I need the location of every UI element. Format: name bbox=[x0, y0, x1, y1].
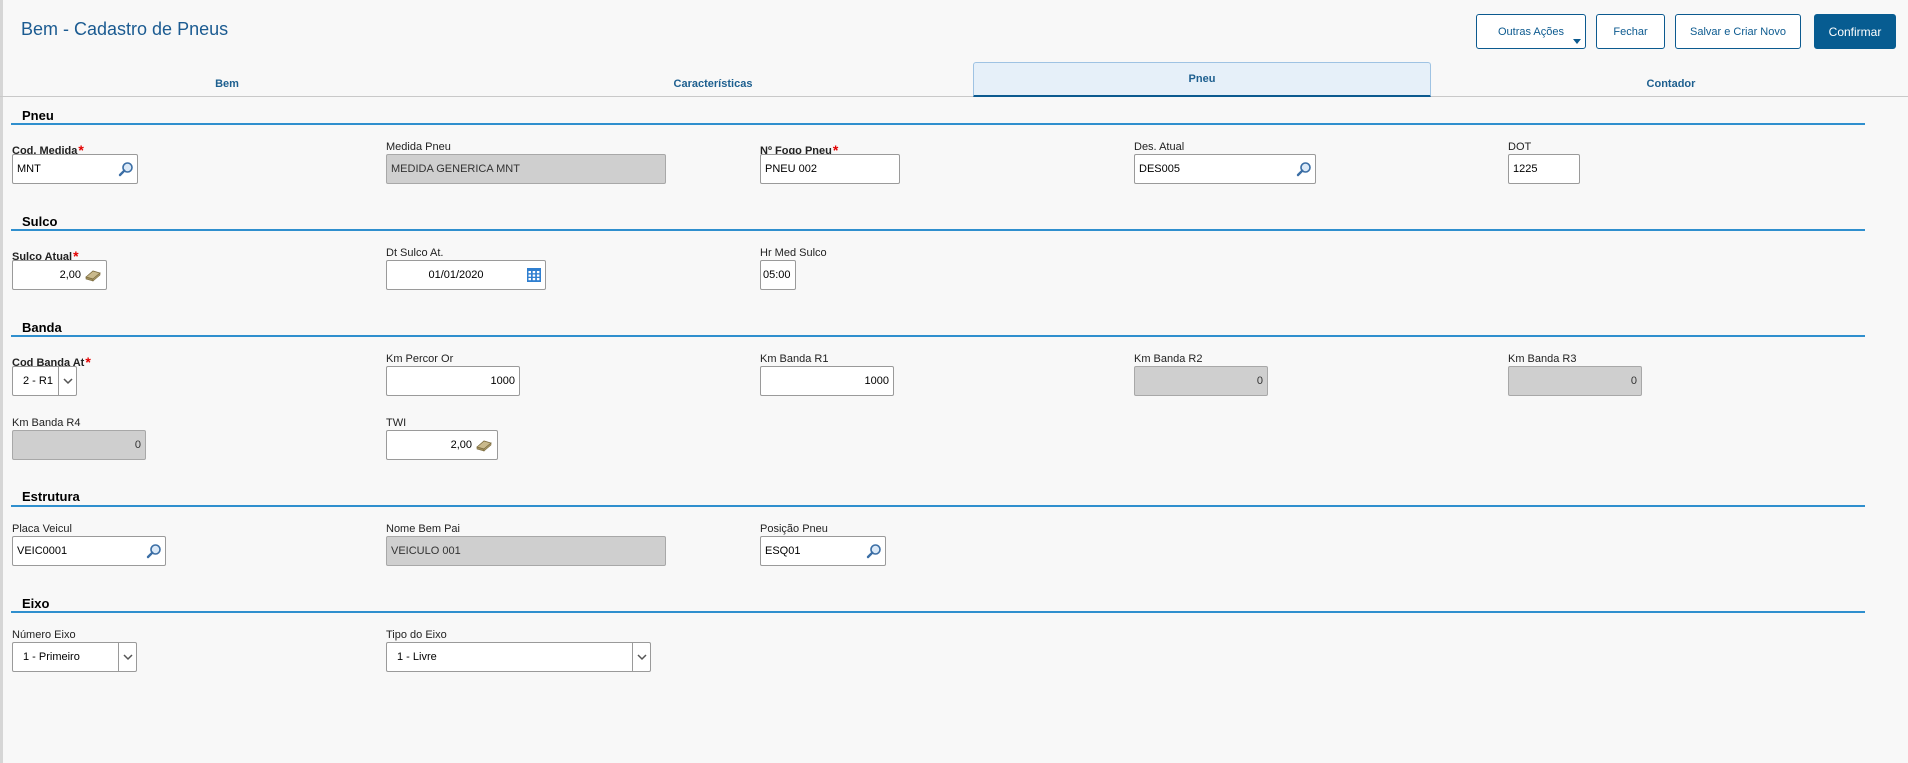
dt-sulco-input[interactable]: 01/01/2020 bbox=[386, 260, 546, 290]
tab-bem-label: Bem bbox=[215, 77, 239, 90]
fechar-label: Fechar bbox=[1613, 25, 1648, 38]
km-banda-r2-field: 0 bbox=[1134, 366, 1268, 396]
km-banda-r2-value: 0 bbox=[1256, 375, 1263, 387]
dt-sulco-value: 01/01/2020 bbox=[428, 269, 484, 281]
tipo-eixo-value: 1 - Livre bbox=[397, 651, 437, 663]
nome-bem-pai-value: VEICULO 001 bbox=[391, 545, 461, 557]
km-banda-r1-input[interactable]: 1000 bbox=[760, 366, 894, 396]
numero-eixo-select[interactable]: 1 - Primeiro bbox=[12, 642, 137, 672]
salvar-criar-novo-label: Salvar e Criar Novo bbox=[1690, 25, 1786, 38]
medida-pneu-field: MEDIDA GENERICA MNT bbox=[386, 154, 666, 184]
km-banda-r3-field: 0 bbox=[1508, 366, 1642, 396]
posicao-pneu-input[interactable]: ESQ01 bbox=[760, 536, 886, 566]
left-border bbox=[0, 0, 3, 763]
fechar-button[interactable]: Fechar bbox=[1596, 14, 1665, 49]
section-divider bbox=[11, 335, 1865, 337]
km-banda-r2-label: Km Banda R2 bbox=[1134, 353, 1203, 365]
km-percor-or-label: Km Percor Or bbox=[386, 353, 454, 365]
chevron-down-icon[interactable] bbox=[58, 367, 76, 395]
tab-contador[interactable]: Contador bbox=[1441, 62, 1901, 97]
tab-pneu[interactable]: Pneu bbox=[973, 62, 1431, 97]
posicao-pneu-label: Posição Pneu bbox=[760, 523, 828, 535]
dot-value: 1225 bbox=[1513, 163, 1538, 175]
placa-veicul-label: Placa Veicul bbox=[12, 523, 72, 535]
search-icon[interactable] bbox=[118, 161, 134, 177]
calendar-icon[interactable] bbox=[526, 267, 542, 283]
outras-acoes-button[interactable]: Outras Ações bbox=[1476, 14, 1586, 49]
medida-pneu-value: MEDIDA GENERICA MNT bbox=[391, 163, 520, 175]
search-icon[interactable] bbox=[866, 543, 882, 559]
tab-bem[interactable]: Bem bbox=[0, 62, 454, 97]
chevron-down-icon[interactable] bbox=[632, 643, 650, 671]
section-title-banda: Banda bbox=[22, 320, 62, 335]
des-atual-value: DES005 bbox=[1139, 163, 1180, 175]
cod-medida-input[interactable]: MNT bbox=[12, 154, 138, 184]
des-atual-label: Des. Atual bbox=[1134, 141, 1185, 153]
dot-label: DOT bbox=[1508, 141, 1532, 153]
km-percor-or-value: 1000 bbox=[490, 375, 515, 387]
twi-value: 2,00 bbox=[450, 439, 472, 451]
section-divider bbox=[11, 123, 1865, 125]
n-fogo-pneu-value: PNEU 002 bbox=[765, 163, 817, 175]
placa-veicul-input[interactable]: VEIC0001 bbox=[12, 536, 166, 566]
posicao-pneu-value: ESQ01 bbox=[765, 545, 801, 557]
tipo-eixo-label: Tipo do Eixo bbox=[386, 629, 447, 641]
hr-med-sulco-value: 05:00 bbox=[763, 269, 791, 281]
des-atual-input[interactable]: DES005 bbox=[1134, 154, 1316, 184]
section-divider bbox=[11, 505, 1865, 507]
sulco-atual-input[interactable]: 2,00 bbox=[12, 260, 107, 290]
dot-input[interactable]: 1225 bbox=[1508, 154, 1580, 184]
km-banda-r3-value: 0 bbox=[1630, 375, 1637, 387]
km-banda-r4-field: 0 bbox=[12, 430, 146, 460]
caret-down-icon bbox=[1573, 39, 1581, 44]
km-banda-r1-value: 1000 bbox=[864, 375, 889, 387]
cod-banda-at-value: 2 - R1 bbox=[23, 375, 53, 387]
salvar-criar-novo-button[interactable]: Salvar e Criar Novo bbox=[1675, 14, 1801, 49]
outras-acoes-label: Outras Ações bbox=[1497, 25, 1565, 38]
km-banda-r1-label: Km Banda R1 bbox=[760, 353, 829, 365]
n-fogo-pneu-input[interactable]: PNEU 002 bbox=[760, 154, 900, 184]
chevron-down-icon[interactable] bbox=[118, 643, 136, 671]
section-title-sulco: Sulco bbox=[22, 214, 58, 229]
section-title-estrutura: Estrutura bbox=[22, 489, 80, 504]
section-divider bbox=[11, 229, 1865, 231]
nome-bem-pai-field: VEICULO 001 bbox=[386, 536, 666, 566]
tab-caracteristicas-label: Características bbox=[673, 77, 753, 90]
tab-pneu-label: Pneu bbox=[1188, 73, 1216, 85]
confirmar-button[interactable]: Confirmar bbox=[1814, 14, 1896, 49]
km-percor-or-input[interactable]: 1000 bbox=[386, 366, 520, 396]
section-divider bbox=[11, 611, 1865, 613]
search-icon[interactable] bbox=[1296, 161, 1312, 177]
section-title-pneu: Pneu bbox=[22, 108, 54, 123]
placa-veicul-value: VEIC0001 bbox=[17, 545, 68, 557]
confirmar-label: Confirmar bbox=[1828, 24, 1882, 39]
km-banda-r3-label: Km Banda R3 bbox=[1508, 353, 1577, 365]
dt-sulco-label: Dt Sulco At. bbox=[386, 247, 444, 259]
hr-med-sulco-input[interactable]: 05:00 bbox=[760, 260, 796, 290]
tab-caracteristicas[interactable]: Características bbox=[480, 62, 946, 97]
tab-bar: Bem Características Pneu Contador bbox=[0, 62, 1908, 97]
calculator-icon[interactable] bbox=[475, 438, 493, 452]
calculator-icon[interactable] bbox=[84, 268, 102, 282]
km-banda-r4-value: 0 bbox=[134, 439, 141, 451]
twi-label: TWI bbox=[386, 417, 407, 429]
sulco-atual-value: 2,00 bbox=[59, 269, 81, 281]
twi-input[interactable]: 2,00 bbox=[386, 430, 498, 460]
nome-bem-pai-label: Nome Bem Pai bbox=[386, 523, 460, 535]
search-icon[interactable] bbox=[146, 543, 162, 559]
tipo-eixo-select[interactable]: 1 - Livre bbox=[386, 642, 651, 672]
cod-medida-value: MNT bbox=[17, 163, 41, 175]
page-title: Bem - Cadastro de Pneus bbox=[21, 19, 229, 39]
section-title-eixo: Eixo bbox=[22, 596, 50, 611]
medida-pneu-label: Medida Pneu bbox=[386, 141, 451, 153]
numero-eixo-value: 1 - Primeiro bbox=[23, 651, 80, 663]
cod-banda-at-select[interactable]: 2 - R1 bbox=[12, 366, 77, 396]
required-marker: * bbox=[85, 354, 91, 370]
numero-eixo-label: Número Eixo bbox=[12, 629, 76, 641]
hr-med-sulco-label: Hr Med Sulco bbox=[760, 247, 827, 259]
km-banda-r4-label: Km Banda R4 bbox=[12, 417, 81, 429]
tab-contador-label: Contador bbox=[1646, 77, 1696, 90]
